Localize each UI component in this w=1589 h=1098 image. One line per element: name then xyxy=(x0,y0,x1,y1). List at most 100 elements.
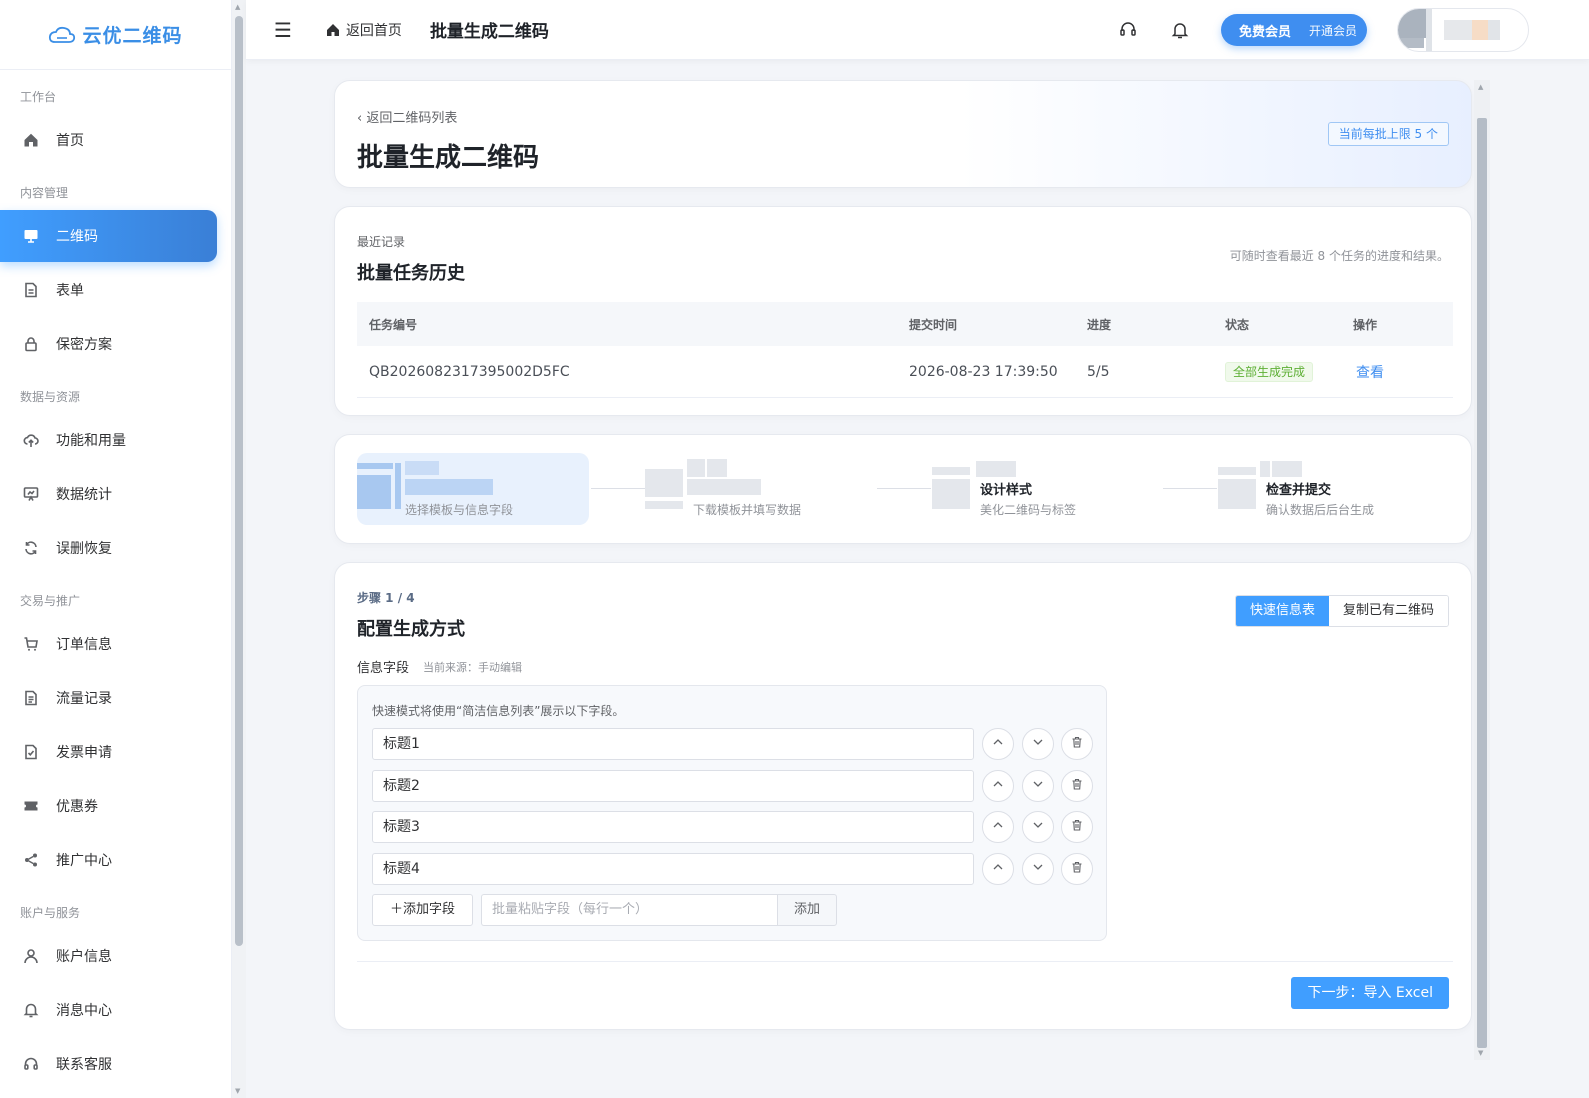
sidebar-item[interactable]: 流量记录 xyxy=(0,672,217,724)
sidebar-scrollbar[interactable]: ▲ ▼ xyxy=(232,0,246,1098)
mode-quick-table[interactable]: 快速信息表 xyxy=(1235,596,1329,626)
sidebar-item[interactable]: 数据统计 xyxy=(0,468,217,520)
brand-logo[interactable]: 云优二维码 xyxy=(0,0,231,70)
move-down-button[interactable] xyxy=(1022,728,1054,760)
col-progress: 进度 xyxy=(1087,317,1112,332)
sidebar-item-label: 首页 xyxy=(56,133,84,149)
history-note: 可随时查看最近 8 个任务的进度和结果。 xyxy=(1229,249,1449,263)
sidebar-item[interactable]: 账户信息 xyxy=(0,930,217,982)
ticket-icon xyxy=(22,797,40,815)
step-indicator: 步骤 1 / 4 xyxy=(357,591,415,605)
step-1[interactable]: 选择模板与信息字段 xyxy=(357,453,589,525)
step-connector xyxy=(1163,488,1217,489)
back-to-list-link[interactable]: ‹ 返回二维码列表 xyxy=(357,107,457,126)
submit-time: 2026-08-23 17:39:50 xyxy=(909,363,1058,380)
scroll-down-arrow-icon[interactable]: ▼ xyxy=(235,1087,240,1095)
header-actions: 免费会员 开通会员 xyxy=(1117,0,1529,60)
step-3-title: 设计样式 xyxy=(980,483,1033,498)
sidebar-item-label: 消息中心 xyxy=(56,1003,112,1019)
chevron-up-icon xyxy=(992,736,1004,752)
upgrade-member-button[interactable]: 开通会员 xyxy=(1309,22,1357,39)
headset-icon[interactable] xyxy=(1117,19,1139,41)
top-header: ☰ 返回首页 批量生成二维码 免费会员 开通会员 xyxy=(246,0,1589,60)
batch-limit-tag: 当前每批上限 5 个 xyxy=(1327,122,1449,146)
sidebar-item[interactable]: 误删恢复 xyxy=(0,522,217,574)
task-id: QB2026082317395002D5FC xyxy=(369,363,570,380)
member-pill[interactable]: 免费会员 开通会员 xyxy=(1220,14,1367,46)
next-step-button[interactable]: 下一步：导入 Excel xyxy=(1291,977,1449,1009)
field-name-input[interactable]: 标题2 xyxy=(372,769,974,802)
field-name-input[interactable]: 标题3 xyxy=(372,811,974,843)
sidebar-item[interactable]: 联系客服 xyxy=(0,1038,217,1090)
cloud-logo-icon xyxy=(49,26,76,43)
move-down-button[interactable] xyxy=(1022,811,1054,843)
sidebar-item[interactable]: 发票申请 xyxy=(0,726,217,778)
view-task-link[interactable]: 查看 xyxy=(1356,365,1384,381)
sidebar-item[interactable]: 首页 xyxy=(0,114,217,166)
user-profile[interactable] xyxy=(1397,8,1529,52)
scroll-up-arrow-icon[interactable]: ▲ xyxy=(1478,83,1483,91)
sidebar-item[interactable]: 二维码 xyxy=(0,210,217,262)
sidebar-item[interactable]: 消息中心 xyxy=(0,984,217,1036)
sidebar-item-label: 流量记录 xyxy=(56,691,112,707)
share-icon xyxy=(22,851,40,869)
history-table: 任务编号 提交时间 进度 状态 操作 QB2026082317395002D5F… xyxy=(357,302,1453,398)
chevron-down-icon xyxy=(1032,736,1044,752)
field-name-input[interactable]: 标题1 xyxy=(372,728,974,760)
sidebar-item[interactable]: 推广中心 xyxy=(0,834,217,886)
sidebar: 云优二维码 工作台 首页 内容管理 二维码 表单 保密方案 数据与资源 功能和用量 数据统计 误删… xyxy=(0,0,232,1098)
delete-field-button[interactable] xyxy=(1061,728,1093,760)
sidebar-item[interactable]: 保密方案 xyxy=(0,318,217,370)
sidebar-scroll-thumb[interactable] xyxy=(235,16,243,946)
step-2[interactable]: 下载模板并填写数据 xyxy=(645,453,877,525)
main-scrollbar[interactable]: ▲ ▼ xyxy=(1474,80,1490,1060)
delete-field-button[interactable] xyxy=(1061,852,1093,885)
paste-add-button[interactable]: 添加 xyxy=(777,894,837,926)
field-name-input[interactable]: 标题4 xyxy=(372,852,974,885)
delete-field-button[interactable] xyxy=(1061,811,1093,843)
sidebar-item-label: 联系客服 xyxy=(56,1057,112,1073)
step-2-desc: 下载模板并填写数据 xyxy=(693,503,802,517)
step-3[interactable]: 设计样式 美化二维码与标签 xyxy=(932,453,1164,525)
steps-card: 选择模板与信息字段 下载模板并填写数据 设计样式 美化二维码与标签 检查并提交 … xyxy=(334,434,1472,544)
sidebar-item[interactable]: 订单信息 xyxy=(0,618,217,670)
move-up-button[interactable] xyxy=(982,811,1014,843)
sidebar-item[interactable]: 优惠券 xyxy=(0,780,217,832)
monitor-icon xyxy=(22,227,40,245)
move-up-button[interactable] xyxy=(982,769,1014,802)
list-doc-icon xyxy=(22,689,40,707)
field-source: 当前来源：手动编辑 xyxy=(423,661,522,674)
menu-toggle-icon[interactable]: ☰ xyxy=(274,18,292,42)
move-down-button[interactable] xyxy=(1022,769,1054,802)
paste-fields-input[interactable]: 批量粘贴字段（每行一个） xyxy=(481,894,777,926)
sidebar-item[interactable]: 功能和用量 xyxy=(0,414,217,466)
main-scroll-thumb[interactable] xyxy=(1477,118,1487,1048)
sidebar-nav: 工作台 首页 内容管理 二维码 表单 保密方案 数据与资源 功能和用量 数据统计 误删恢复 交易与推… xyxy=(0,82,231,1090)
fields-hint: 快速模式将使用“简洁信息列表”展示以下字段。 xyxy=(372,704,625,718)
delete-field-button[interactable] xyxy=(1061,769,1093,802)
move-up-button[interactable] xyxy=(982,852,1014,885)
field-row: 标题2 xyxy=(372,769,1093,802)
nav-group-title: 账户与服务 xyxy=(20,906,81,920)
scroll-up-arrow-icon[interactable]: ▲ xyxy=(235,3,240,11)
bell-icon[interactable] xyxy=(1169,19,1191,41)
nav-group-title: 工作台 xyxy=(20,90,57,104)
scroll-down-arrow-icon[interactable]: ▼ xyxy=(1478,1049,1483,1057)
step-3-desc: 美化二维码与标签 xyxy=(980,503,1077,517)
bell-icon xyxy=(22,1001,40,1019)
headset-icon xyxy=(22,1055,40,1073)
history-label: 最近记录 xyxy=(357,235,406,249)
trash-icon xyxy=(1071,861,1083,877)
trash-icon xyxy=(1071,736,1083,752)
step-4[interactable]: 检查并提交 确认数据后后台生成 xyxy=(1218,453,1450,525)
home-link[interactable]: 返回首页 xyxy=(326,20,402,40)
sidebar-item[interactable]: 表单 xyxy=(0,264,217,316)
move-up-button[interactable] xyxy=(982,728,1014,760)
add-field-button[interactable]: ＋添加字段 xyxy=(372,894,473,926)
move-down-button[interactable] xyxy=(1022,852,1054,885)
step-connector xyxy=(591,488,645,489)
mode-copy-existing[interactable]: 复制已有二维码 xyxy=(1328,596,1448,626)
field-row: 标题3 xyxy=(372,811,1093,843)
cart-icon xyxy=(22,635,40,653)
document-icon xyxy=(22,281,40,299)
